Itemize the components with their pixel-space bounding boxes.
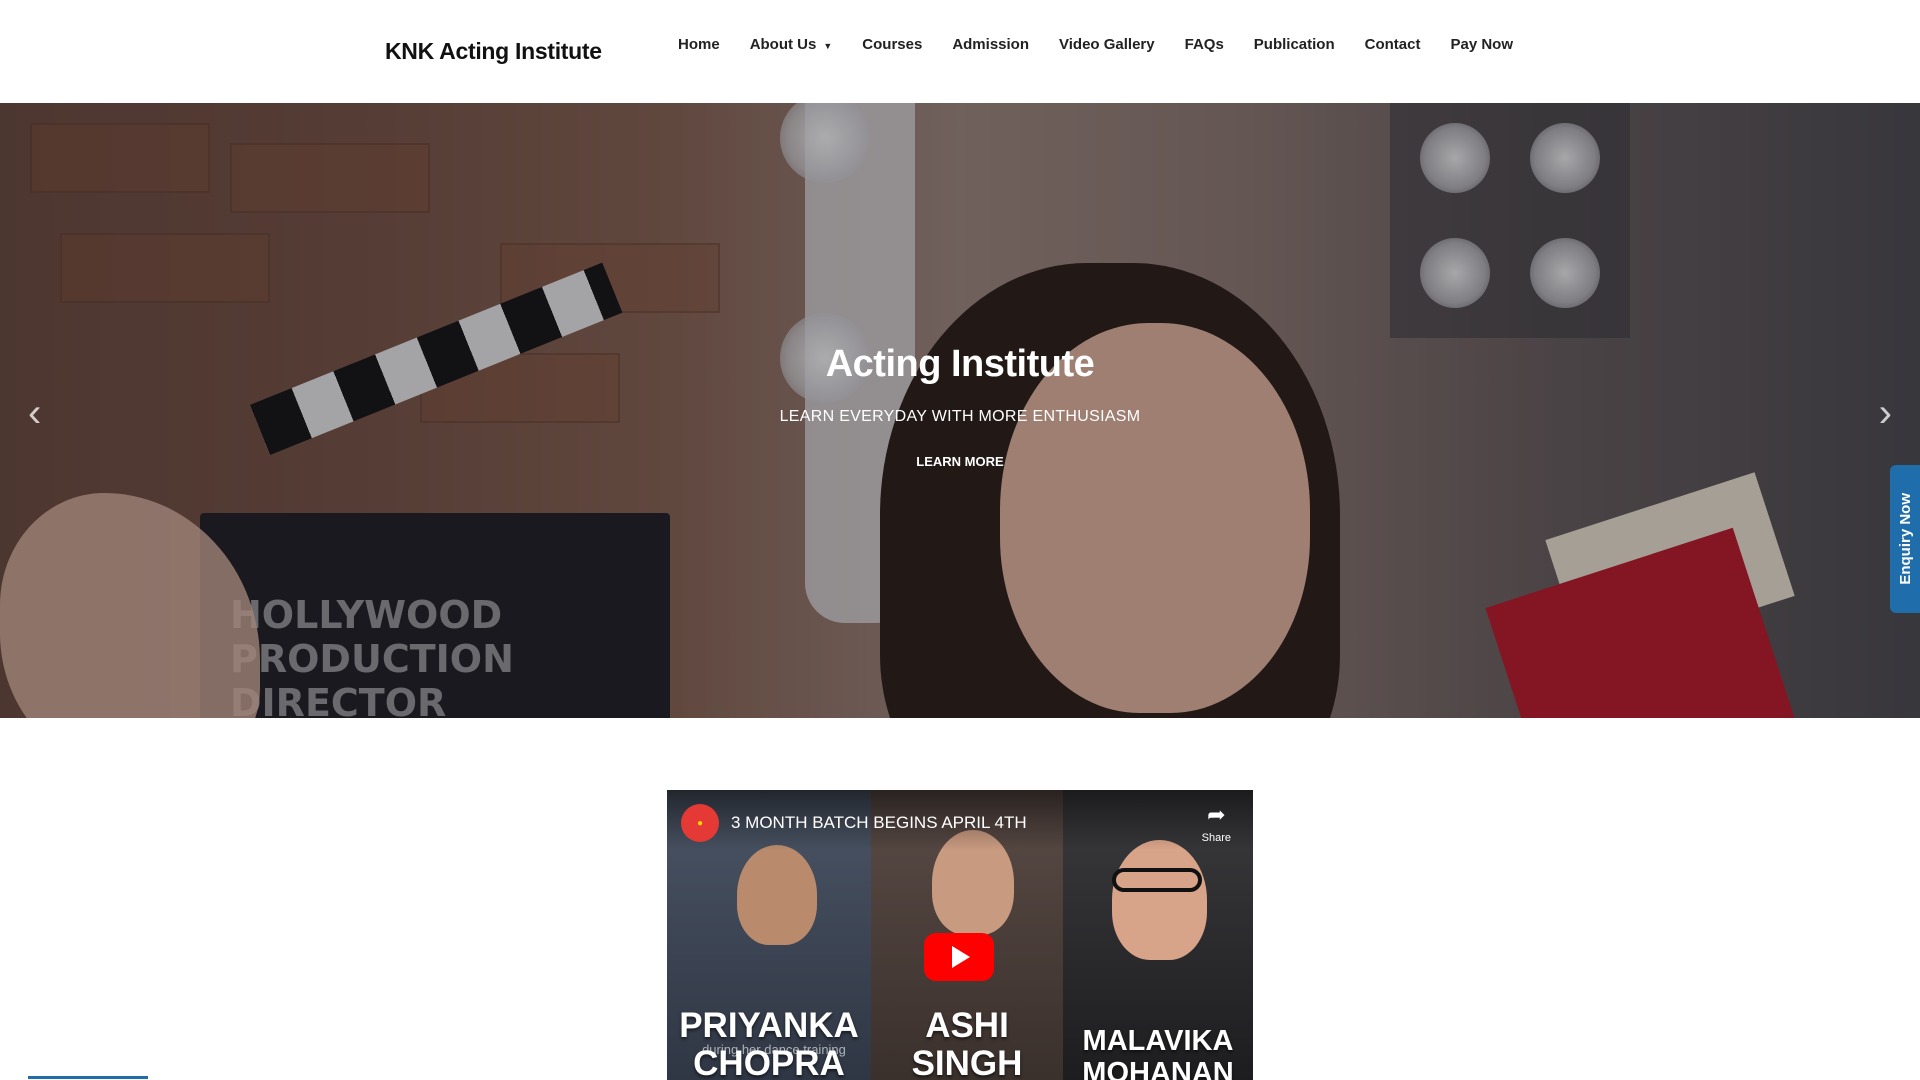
person-image [1112, 840, 1207, 960]
video-small-caption: during her dance training [702, 1042, 846, 1057]
nav-courses-label: Courses [862, 36, 923, 53]
nav-admission[interactable]: Admission [952, 36, 1029, 53]
share-button[interactable]: ➦ Share [1202, 802, 1231, 846]
chevron-left-icon[interactable]: ‹ [28, 391, 41, 436]
youtube-video-embed[interactable]: ● 3 MONTH BATCH BEGINS APRIL 4TH ➦ Share… [667, 790, 1253, 1080]
chevron-down-icon: ▼ [823, 40, 833, 51]
nav-faqs-label: FAQs [1184, 36, 1224, 53]
enquiry-now-button[interactable]: Enquiry Now [1890, 465, 1920, 613]
glasses-image [1112, 868, 1202, 892]
play-button[interactable] [924, 933, 994, 981]
bottom-left-widget-edge [28, 1076, 148, 1079]
video-name-malavika: MALAVIKA MOHANAN [1082, 1025, 1234, 1080]
channel-logo-icon[interactable]: ● [681, 804, 719, 842]
nav-contact-label: Contact [1364, 36, 1421, 53]
nav-faqs[interactable]: FAQs [1185, 36, 1224, 53]
nav-video-gallery-label: Video Gallery [1059, 36, 1155, 53]
video-title[interactable]: 3 MONTH BATCH BEGINS APRIL 4TH [731, 813, 1027, 833]
share-label: Share [1201, 832, 1231, 844]
hero-content: Acting Institute LEARN EVERYDAY WITH MOR… [0, 343, 1920, 471]
learn-more-button[interactable]: LEARN MORE [916, 454, 1003, 469]
hero-title: Acting Institute [825, 343, 1095, 385]
nav-contact[interactable]: Contact [1365, 36, 1421, 53]
site-logo-text[interactable]: KNK Acting Institute [385, 38, 602, 65]
nav-publication[interactable]: Publication [1254, 36, 1335, 53]
play-icon [952, 946, 970, 968]
nav-publication-label: Publication [1253, 36, 1335, 53]
nav-about-us-label: About Us [749, 36, 817, 53]
video-name-ashi: ASHI SINGH [911, 1006, 1023, 1080]
nav-admission-label: Admission [952, 36, 1029, 53]
nav-pay-now[interactable]: Pay Now [1450, 36, 1513, 53]
nav-video-gallery[interactable]: Video Gallery [1059, 36, 1155, 53]
chevron-right-icon[interactable]: › [1879, 391, 1892, 436]
main-nav: Home About Us ▼ Courses Admission Video G… [678, 36, 1543, 53]
nav-home-label: Home [678, 36, 720, 53]
person-image [737, 845, 817, 945]
enquiry-now-label: Enquiry Now [1896, 493, 1914, 585]
nav-courses[interactable]: Courses [862, 36, 922, 53]
hero-subtitle: LEARN EVERYDAY WITH MORE ENTHUSIASM [779, 408, 1141, 425]
site-header: KNK Acting Institute Home About Us ▼ Cour… [0, 0, 1920, 103]
nav-pay-now-label: Pay Now [1450, 36, 1514, 53]
hero-slider: HOLLYWOOD PRODUCTION DIRECTOR Acting Ins… [0, 103, 1920, 718]
nav-home[interactable]: Home [678, 36, 720, 53]
share-icon: ➦ [1207, 802, 1226, 827]
nav-about-us[interactable]: About Us ▼ [750, 36, 833, 53]
